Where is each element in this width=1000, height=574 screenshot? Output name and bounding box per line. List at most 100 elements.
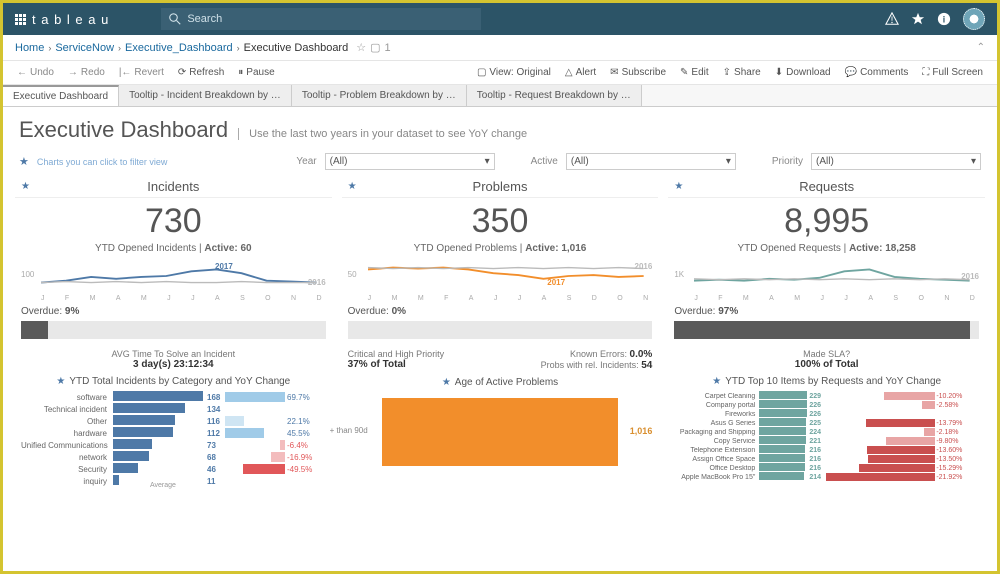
- sheet-tabs: Executive Dashboard Tooltip - Incident B…: [3, 85, 997, 107]
- filter-hint: Charts you can click to filter view: [37, 157, 168, 167]
- views-icon: ▢: [370, 41, 380, 54]
- fullscreen-button[interactable]: ⛶ Full Screen: [916, 65, 989, 80]
- incidents-barchart-title: ★YTD Total Incidents by Category and YoY…: [15, 372, 332, 391]
- tab-exec-dashboard[interactable]: Executive Dashboard: [3, 85, 119, 106]
- year-dropdown[interactable]: (All)▾: [325, 153, 495, 170]
- tableau-logo[interactable]: t a b l e a u: [15, 12, 109, 27]
- problems-stats: Critical and High Priority37% of Total K…: [342, 345, 659, 373]
- bar-row[interactable]: Fireworks 226: [674, 409, 979, 418]
- requests-panel: ★Requests 8,995 YTD Opened Requests | Ac…: [668, 176, 985, 487]
- incidents-overdue-label: Overdue: 9%: [15, 302, 332, 319]
- breadcrumb: Home› ServiceNow› Executive_Dashboard› E…: [3, 35, 997, 61]
- comments-button[interactable]: 💬 Comments: [839, 65, 915, 80]
- bar-row[interactable]: Office Desktop 216 -15.29%: [674, 463, 979, 472]
- star-icon: ★: [348, 181, 357, 192]
- collapse-icon[interactable]: ⌃: [977, 42, 985, 53]
- dashboard-title: Executive Dashboard: [19, 117, 228, 143]
- incidents-overdue-bar[interactable]: [21, 321, 326, 339]
- problems-header: ★Problems: [342, 176, 659, 198]
- toolbar: ← Undo → Redo |← Revert ⟳ Refresh ⏸ Paus…: [3, 61, 997, 85]
- requests-barchart[interactable]: Carpet Cleaning 229 -10.20%Company porta…: [668, 391, 985, 481]
- bar-row[interactable]: network 68 -16.9%: [21, 451, 326, 463]
- priority-dropdown[interactable]: (All)▾: [811, 153, 981, 170]
- bar-row[interactable]: Security 46 -49.5%: [21, 463, 326, 475]
- tab-tooltip-request[interactable]: Tooltip - Request Breakdown by …: [467, 85, 642, 106]
- search-icon: [169, 13, 181, 25]
- bar-row[interactable]: Other 116 22.1%: [21, 415, 326, 427]
- edit-button[interactable]: ✎ Edit: [674, 65, 715, 80]
- bar-row[interactable]: Copy Service 221 -9.80%: [674, 436, 979, 445]
- bar-row[interactable]: hardware 112 45.5%: [21, 427, 326, 439]
- user-avatar[interactable]: [963, 8, 985, 30]
- crumb-servicenow[interactable]: ServiceNow: [55, 42, 114, 54]
- bar-row[interactable]: software 168 69.7%: [21, 391, 326, 403]
- crumb-exec-dash-wb[interactable]: Executive_Dashboard: [125, 42, 233, 54]
- info-icon[interactable]: i: [937, 12, 951, 26]
- revert-button[interactable]: |← Revert: [113, 65, 170, 80]
- bar-row[interactable]: Apple MacBook Pro 15" 214 -21.92%: [674, 472, 979, 481]
- requests-overdue-bar[interactable]: [674, 321, 979, 339]
- incidents-big-number: 730: [15, 202, 332, 241]
- bar-row[interactable]: Telephone Extension 216 -13.60%: [674, 445, 979, 454]
- age-value: 1,016: [630, 426, 653, 436]
- views-count: 1: [385, 42, 391, 54]
- incidents-panel: ★Incidents 730 YTD Opened Incidents | Ac…: [15, 176, 332, 487]
- filter-star-icon: ★: [19, 155, 29, 168]
- problems-panel: ★Problems 350 YTD Opened Problems | Acti…: [342, 176, 659, 487]
- active-dropdown[interactable]: (All)▾: [566, 153, 736, 170]
- age-category-label: + than 90d: [330, 426, 368, 435]
- problems-age-title: ★Age of Active Problems: [342, 373, 659, 392]
- bar-row[interactable]: Carpet Cleaning 229 -10.20%: [674, 391, 979, 400]
- crumb-current: Executive Dashboard: [244, 42, 349, 54]
- download-button[interactable]: ⬇ Download: [769, 65, 837, 80]
- subscribe-button[interactable]: ✉ Subscribe: [604, 65, 672, 80]
- alert-icon[interactable]: [885, 12, 899, 26]
- bar-row[interactable]: Assign Office Space 216 -13.50%: [674, 454, 979, 463]
- pause-button[interactable]: ⏸ Pause: [232, 65, 280, 80]
- age-bar[interactable]: [382, 398, 619, 466]
- incidents-header: ★Incidents: [15, 176, 332, 198]
- filter-bar: ★ Charts you can click to filter view Ye…: [3, 149, 997, 176]
- view-original-button[interactable]: ▢ View: Original: [471, 65, 557, 80]
- refresh-button[interactable]: ⟳ Refresh: [172, 65, 230, 80]
- topbar: t a b l e a u Search i: [3, 3, 997, 35]
- bar-row[interactable]: Asus G Series 225 -13.79%: [674, 418, 979, 427]
- active-label: Active: [531, 156, 558, 167]
- logo-text: t a b l e a u: [32, 12, 109, 27]
- requests-big-number: 8,995: [668, 202, 985, 241]
- requests-sparkline[interactable]: 1K 2016 JFMAMJJASOND: [674, 258, 979, 302]
- tab-tooltip-problem[interactable]: Tooltip - Problem Breakdown by …: [292, 85, 467, 106]
- bar-row[interactable]: Technical incident 134: [21, 403, 326, 415]
- search-input[interactable]: Search: [161, 8, 481, 30]
- crumb-home[interactable]: Home: [15, 42, 44, 54]
- star-icon[interactable]: [911, 12, 925, 26]
- problems-overdue-bar[interactable]: [348, 321, 653, 339]
- share-button[interactable]: ⇪ Share: [717, 65, 767, 80]
- priority-label: Priority: [772, 156, 803, 167]
- incidents-subtitle: YTD Opened Incidents | Active: 60: [15, 243, 332, 254]
- svg-text:i: i: [943, 15, 945, 25]
- dashboard-title-row: Executive Dashboard Use the last two yea…: [3, 107, 997, 149]
- incidents-sparkline[interactable]: 100 2017 2016 JFMAMJJASOND: [21, 258, 326, 302]
- dashboard-grid: ★Incidents 730 YTD Opened Incidents | Ac…: [3, 176, 997, 487]
- bar-row[interactable]: Packaging and Shipping 224 -2.18%: [674, 427, 979, 436]
- problems-overdue-label: Overdue: 0%: [342, 302, 659, 319]
- tab-tooltip-incident[interactable]: Tooltip - Incident Breakdown by …: [119, 85, 292, 106]
- bar-row[interactable]: Unified Communications 73 -6.4%: [21, 439, 326, 451]
- bar-row[interactable]: Company portal 226 -2.58%: [674, 400, 979, 409]
- requests-subtitle: YTD Opened Requests | Active: 18,258: [668, 243, 985, 254]
- problems-big-number: 350: [342, 202, 659, 241]
- incidents-avg-time: AVG Time To Solve an Incident3 day(s) 23…: [21, 349, 326, 370]
- problems-subtitle: YTD Opened Problems | Active: 1,016: [342, 243, 659, 254]
- star-icon: ★: [674, 181, 683, 192]
- requests-barchart-title: ★YTD Top 10 Items by Requests and YoY Ch…: [668, 372, 985, 391]
- problems-sparkline[interactable]: 50 2017 2016 JMMFAJJASDON: [348, 258, 653, 302]
- requests-sla: Made SLA?100% of Total: [674, 349, 979, 370]
- undo-button[interactable]: ← Undo: [11, 65, 60, 80]
- redo-button[interactable]: → Redo: [62, 65, 111, 80]
- star-icon: ★: [21, 181, 30, 192]
- favorite-icon[interactable]: ☆: [356, 41, 366, 54]
- incidents-barchart[interactable]: software 168 69.7%Technical incident 134…: [15, 391, 332, 487]
- alert-button[interactable]: △ Alert: [559, 65, 602, 80]
- search-placeholder: Search: [187, 13, 222, 25]
